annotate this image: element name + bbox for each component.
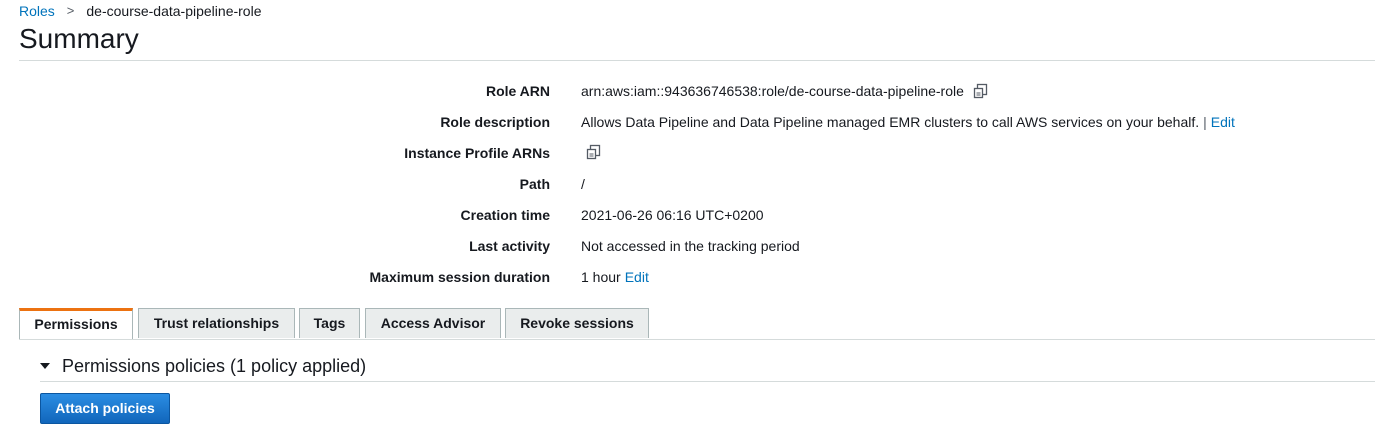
breadcrumb: Roles > de-course-data-pipeline-role bbox=[19, 2, 262, 20]
last-activity-label: Last activity bbox=[469, 238, 550, 254]
role-arn-label: Role ARN bbox=[485, 83, 550, 99]
breadcrumb-separator-icon: > bbox=[66, 3, 75, 18]
tab-revoke-sessions[interactable]: Revoke sessions bbox=[505, 308, 649, 338]
page-title: Summary bbox=[19, 23, 139, 54]
role-description-separator: | bbox=[1203, 114, 1207, 130]
breadcrumb-current: de-course-data-pipeline-role bbox=[86, 3, 262, 19]
last-activity-value: Not accessed in the tracking period bbox=[581, 238, 800, 254]
creation-time-value: 2021-06-26 06:16 UTC+0200 bbox=[581, 207, 764, 223]
role-description-value: Allows Data Pipeline and Data Pipeline m… bbox=[581, 114, 1200, 130]
creation-time-label: Creation time bbox=[460, 207, 550, 223]
copy-icon[interactable] bbox=[585, 143, 603, 161]
max-session-duration-value: 1 hour bbox=[581, 269, 621, 285]
tab-access-advisor[interactable]: Access Advisor bbox=[365, 308, 501, 338]
tab-trust-relationships[interactable]: Trust relationships bbox=[138, 308, 295, 338]
edit-session-duration-link[interactable]: Edit bbox=[625, 267, 649, 287]
permissions-policies-title: Permissions policies (1 policy applied) bbox=[62, 356, 367, 376]
summary-row-path: Path / bbox=[0, 174, 1375, 194]
summary-row-creation-time: Creation time 2021-06-26 06:16 UTC+0200 bbox=[0, 205, 1375, 225]
caret-down-icon bbox=[40, 363, 50, 369]
role-description-label: Role description bbox=[440, 114, 550, 130]
role-tabs: Permissions Trust relationships Tags Acc… bbox=[19, 308, 1375, 340]
summary-row-role-arn: Role ARN arn:aws:iam::943636746538:role/… bbox=[0, 81, 1375, 101]
instance-profile-arns-label: Instance Profile ARNs bbox=[404, 145, 550, 161]
tab-tags[interactable]: Tags bbox=[299, 308, 360, 338]
summary-row-max-session-duration: Maximum session duration 1 hour Edit bbox=[0, 267, 1375, 287]
role-arn-value: arn:aws:iam::943636746538:role/de-course… bbox=[581, 83, 964, 99]
title-divider bbox=[19, 60, 1375, 61]
edit-description-link[interactable]: Edit bbox=[1211, 112, 1235, 132]
path-value: / bbox=[581, 176, 585, 192]
summary-row-role-description: Role description Allows Data Pipeline an… bbox=[0, 112, 1375, 132]
permissions-policies-toggle[interactable]: Permissions policies (1 policy applied) bbox=[40, 355, 366, 377]
attach-policies-button[interactable]: Attach policies bbox=[40, 393, 170, 424]
breadcrumb-roles-link[interactable]: Roles bbox=[19, 2, 55, 20]
max-session-duration-label: Maximum session duration bbox=[369, 269, 550, 285]
copy-icon[interactable] bbox=[972, 82, 990, 100]
tab-permissions[interactable]: Permissions bbox=[19, 308, 133, 339]
path-label: Path bbox=[519, 176, 550, 192]
section-divider bbox=[40, 381, 1375, 382]
summary-row-last-activity: Last activity Not accessed in the tracki… bbox=[0, 236, 1375, 256]
summary-row-instance-profile-arns: Instance Profile ARNs bbox=[0, 143, 1375, 163]
